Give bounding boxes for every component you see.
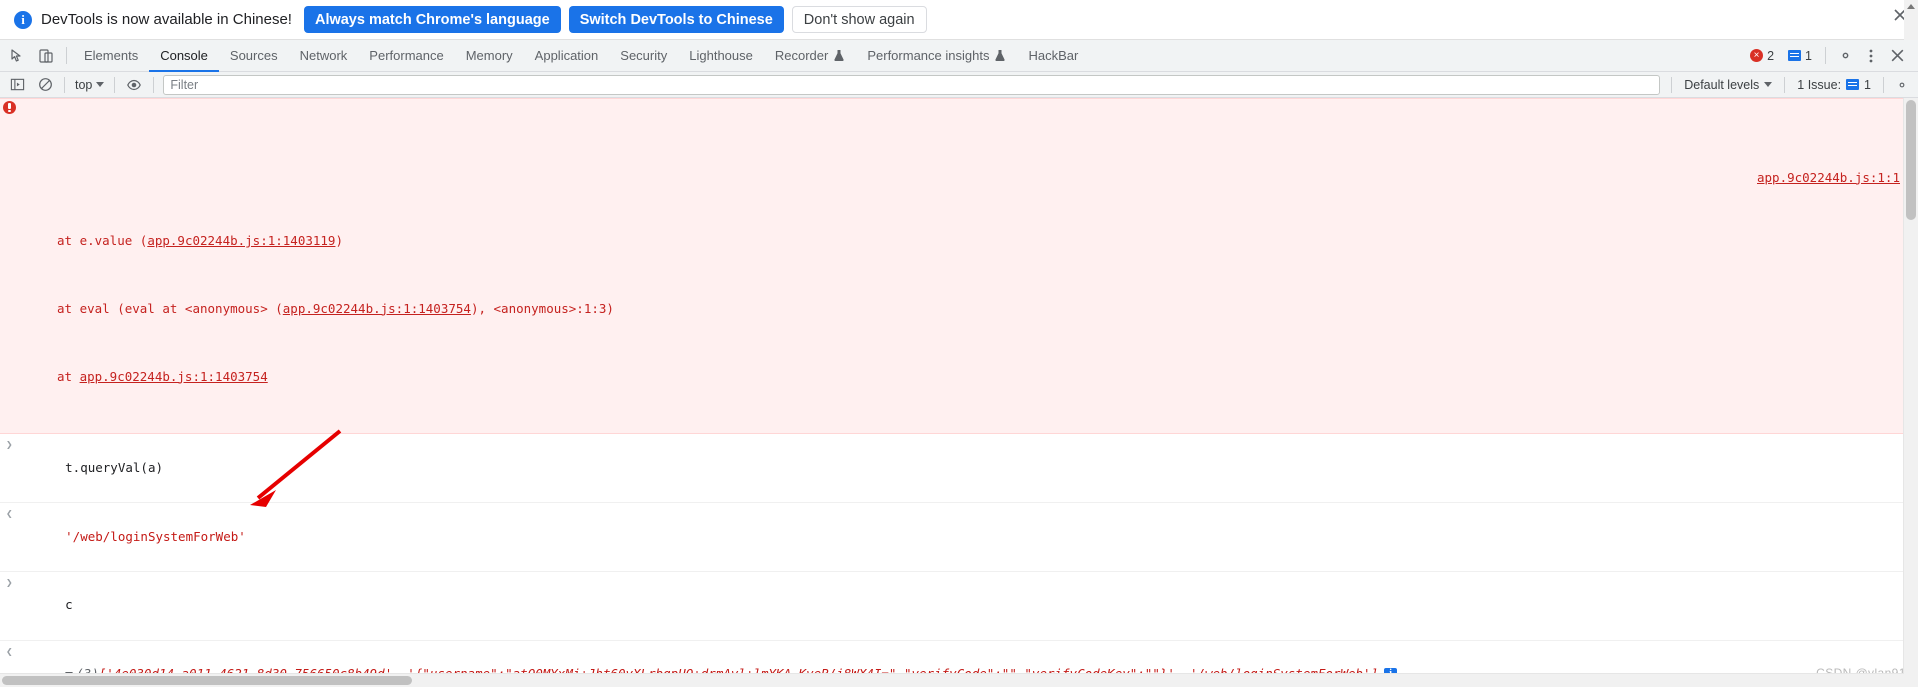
console-input-text: t.queryVal(a) bbox=[65, 459, 163, 475]
tab-label: Elements bbox=[84, 48, 139, 63]
issues-count: 1 bbox=[1864, 77, 1871, 92]
console-vertical-scrollbar[interactable] bbox=[1903, 98, 1918, 687]
console-log-area[interactable]: Uncaught TypeError: Cannot read properti… bbox=[0, 98, 1918, 687]
console-horizontal-scrollbar[interactable] bbox=[0, 673, 1904, 687]
chevron-down-icon bbox=[1764, 82, 1773, 87]
console-input-row[interactable]: c bbox=[0, 572, 1918, 641]
tab-network[interactable]: Network bbox=[289, 40, 359, 72]
stack-link[interactable]: app.9c02244b.js:1:1403754 bbox=[80, 369, 268, 384]
tab-label: Performance insights bbox=[867, 48, 990, 63]
tab-memory[interactable]: Memory bbox=[455, 40, 524, 72]
tab-label: Console bbox=[160, 48, 208, 63]
console-error-group[interactable]: Uncaught TypeError: Cannot read properti… bbox=[0, 98, 1918, 435]
tab-label: Memory bbox=[465, 48, 513, 63]
tab-performance[interactable]: Performance bbox=[358, 40, 454, 72]
devtools-tab-bar: Elements Console Sources Network Perform… bbox=[0, 40, 1918, 72]
tab-elements[interactable]: Elements bbox=[73, 40, 149, 72]
tab-label: Network bbox=[299, 48, 348, 63]
error-stack-line: at e.value (app.9c02244b.js:1:1403119) bbox=[20, 230, 1918, 253]
toolbar-divider bbox=[1883, 76, 1884, 93]
device-toolbar-icon[interactable] bbox=[33, 43, 59, 69]
tab-label: Lighthouse bbox=[689, 48, 753, 63]
toolbar-divider bbox=[1671, 76, 1673, 93]
issues-label: 1 Issue: bbox=[1797, 77, 1842, 92]
error-stack-line: at app.9c02244b.js:1:1403754 bbox=[20, 366, 1918, 389]
tabbar-right-controls: × 2 1 bbox=[1743, 43, 1914, 69]
tab-label: Performance bbox=[369, 48, 444, 63]
close-icon[interactable] bbox=[1884, 43, 1910, 69]
stack-link[interactable]: app.9c02244b.js:1:1403754 bbox=[283, 301, 471, 316]
tab-recorder[interactable]: Recorder bbox=[764, 40, 856, 72]
tab-label: Security bbox=[620, 48, 668, 63]
tab-hackbar[interactable]: HackBar bbox=[1017, 40, 1089, 72]
tab-label: Recorder bbox=[774, 48, 829, 63]
message-icon bbox=[1788, 50, 1802, 61]
error-title-line[interactable]: Uncaught TypeError: Cannot read properti… bbox=[20, 167, 1918, 185]
always-match-language-button[interactable]: Always match Chrome's language bbox=[303, 6, 561, 33]
toolbar-divider bbox=[66, 47, 67, 64]
stack-prefix: at bbox=[57, 368, 80, 384]
tab-sources[interactable]: Sources bbox=[219, 40, 289, 72]
issue-icon bbox=[1846, 79, 1860, 90]
log-levels-selector[interactable]: Default levels bbox=[1677, 76, 1779, 94]
console-input-text: c bbox=[65, 597, 73, 613]
message-count-badge[interactable]: 1 bbox=[1781, 44, 1819, 68]
experiment-flask-icon bbox=[994, 49, 1006, 62]
toolbar-divider bbox=[114, 76, 116, 93]
scrollbar-thumb[interactable] bbox=[1906, 100, 1916, 220]
console-settings-gear-icon[interactable] bbox=[1889, 72, 1915, 98]
scrollbar-thumb[interactable] bbox=[2, 676, 412, 685]
tab-lighthouse[interactable]: Lighthouse bbox=[678, 40, 764, 72]
tab-security[interactable]: Security bbox=[609, 40, 678, 72]
experiment-flask-icon bbox=[833, 49, 845, 62]
console-output-row[interactable]: '/web/loginSystemForWeb' bbox=[0, 503, 1918, 572]
tab-label: Application bbox=[534, 48, 599, 63]
tab-performance-insights[interactable]: Performance insights bbox=[856, 40, 1017, 72]
error-stack-line: at eval (eval at <anonymous> (app.9c0224… bbox=[20, 298, 1918, 321]
more-vertical-icon[interactable] bbox=[1858, 43, 1884, 69]
toolbar-divider bbox=[64, 76, 65, 93]
stack-suffix: ), <anonymous>:1:3) bbox=[470, 300, 614, 316]
clear-console-icon[interactable] bbox=[32, 72, 58, 98]
error-count-badge[interactable]: × 2 bbox=[1743, 44, 1781, 68]
switch-devtools-to-chinese-button[interactable]: Switch DevTools to Chinese bbox=[568, 6, 784, 33]
console-input-row[interactable]: t.queryVal(a) bbox=[0, 434, 1918, 504]
error-source-link[interactable]: app.9c02244b.js:1:1 bbox=[1757, 167, 1900, 185]
execution-context-selector[interactable]: top bbox=[70, 76, 109, 94]
banner-message: DevTools is now available in Chinese! bbox=[41, 11, 292, 28]
stack-suffix: ) bbox=[335, 232, 343, 248]
show-console-sidebar-icon[interactable] bbox=[4, 72, 30, 98]
execution-context-label: top bbox=[75, 77, 93, 92]
error-icon bbox=[3, 101, 16, 114]
tab-label: Sources bbox=[229, 48, 278, 63]
error-count-label: 2 bbox=[1767, 48, 1775, 63]
stack-prefix: at eval (eval at <anonymous> ( bbox=[57, 300, 283, 316]
live-expression-icon[interactable] bbox=[121, 72, 147, 98]
stack-prefix: at e.value ( bbox=[57, 232, 148, 248]
toolbar-divider bbox=[153, 76, 155, 93]
inspect-element-icon[interactable] bbox=[5, 43, 31, 69]
scrollbar-up-arrow[interactable] bbox=[1904, 0, 1918, 40]
stack-link[interactable]: app.9c02244b.js:1:1403119 bbox=[147, 233, 335, 248]
info-icon: i bbox=[14, 10, 32, 29]
chevron-down-icon bbox=[96, 82, 105, 87]
log-levels-label: Default levels bbox=[1684, 77, 1760, 92]
toolbar-divider bbox=[1784, 76, 1786, 93]
dont-show-again-button[interactable]: Don't show again bbox=[791, 6, 927, 33]
error-icon: × bbox=[1750, 49, 1764, 62]
console-filter-toolbar: top Default levels 1 Issue: 1 bbox=[0, 72, 1918, 98]
tab-label: HackBar bbox=[1028, 48, 1079, 63]
issues-button[interactable]: 1 Issue: 1 bbox=[1790, 76, 1878, 94]
devtools-window: i DevTools is now available in Chinese! … bbox=[0, 0, 1918, 687]
locale-banner: i DevTools is now available in Chinese! … bbox=[0, 0, 1918, 40]
toolbar-divider bbox=[1825, 47, 1826, 64]
message-count-label: 1 bbox=[1805, 48, 1812, 63]
gear-icon[interactable] bbox=[1832, 43, 1858, 69]
tab-console[interactable]: Console bbox=[149, 40, 219, 72]
tab-application[interactable]: Application bbox=[524, 40, 610, 72]
console-output-text: '/web/loginSystemForWeb' bbox=[65, 528, 246, 544]
filter-input[interactable] bbox=[163, 74, 1661, 95]
